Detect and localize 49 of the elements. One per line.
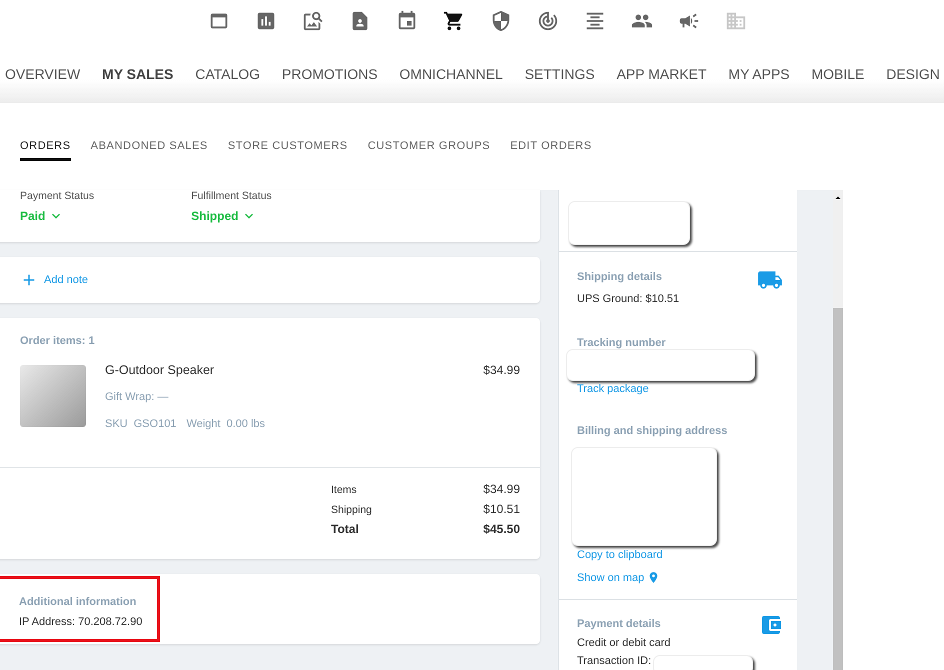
scrollbar[interactable] [833, 190, 843, 670]
sub-tab[interactable]: ORDERS [20, 140, 71, 161]
total-value: $45.50 [483, 522, 520, 536]
photo-placeholder [20, 365, 86, 427]
weight-value: 0.00 lbs [226, 418, 266, 430]
sub-tab[interactable]: STORE CUSTOMERS [228, 140, 348, 161]
nav-tab[interactable]: DESIGN [886, 66, 940, 82]
sub-tab[interactable]: CUSTOMER GROUPS [368, 140, 490, 161]
payment-method: Credit or debit card [577, 637, 672, 649]
scrollbar-thumb[interactable] [833, 308, 843, 670]
nav-tab[interactable]: MOBILE [811, 66, 864, 82]
total-label: Shipping [331, 504, 372, 516]
nav-tab[interactable]: OMNICHANNEL [399, 66, 503, 82]
product-name: G-Outdoor Speaker [105, 363, 216, 377]
cart-icon[interactable] [442, 10, 464, 32]
search-icon[interactable] [302, 10, 324, 32]
nav-tab[interactable]: OVERVIEW [5, 66, 80, 82]
sku-label: SKU [105, 418, 128, 430]
map-pin-icon [647, 571, 660, 584]
total-value: $10.51 [483, 502, 520, 516]
section-heading: Additional information [19, 596, 138, 608]
weight-label: Weight [186, 418, 220, 430]
gift-wrap-text: Gift Wrap: — [105, 391, 170, 403]
nav-tab[interactable]: MY APPS [728, 66, 790, 82]
product-price: $34.99 [483, 363, 520, 379]
nav-tab[interactable]: CATALOG [195, 66, 260, 82]
section-heading: Payment details [577, 618, 661, 630]
total-value: $34.99 [483, 482, 520, 496]
calendar-icon[interactable] [396, 10, 418, 32]
nav-tab[interactable]: MY SALES [102, 66, 174, 82]
target-icon[interactable] [536, 10, 558, 32]
field-label: Tracking number [577, 337, 667, 349]
nav-tab[interactable]: SETTINGS [524, 66, 595, 82]
section-heading: Shipping details [577, 271, 662, 283]
sub-tab[interactable]: ABANDONED SALES [90, 140, 208, 161]
ip-address-text: IP Address: 70.208.72.90 [19, 616, 144, 628]
section-heading: Billing and shipping address [577, 425, 728, 437]
status-label: Fulfillment Status [191, 190, 272, 202]
section-heading: Order items: 1 [20, 335, 96, 347]
total-label: Total [331, 522, 359, 536]
field-label: Transaction ID: [577, 655, 652, 667]
nav-tab[interactable]: PROMOTIONS [282, 66, 378, 82]
sku-value: GSO101 [134, 418, 176, 430]
nav-tab[interactable]: APP MARKET [616, 66, 707, 82]
shipping-method: UPS Ground: $10.51 [577, 293, 680, 305]
sub-tab[interactable]: EDIT ORDERS [510, 140, 592, 161]
wallet-icon [759, 613, 783, 637]
total-label: Items [331, 484, 357, 496]
status-label: Payment Status [20, 190, 94, 202]
